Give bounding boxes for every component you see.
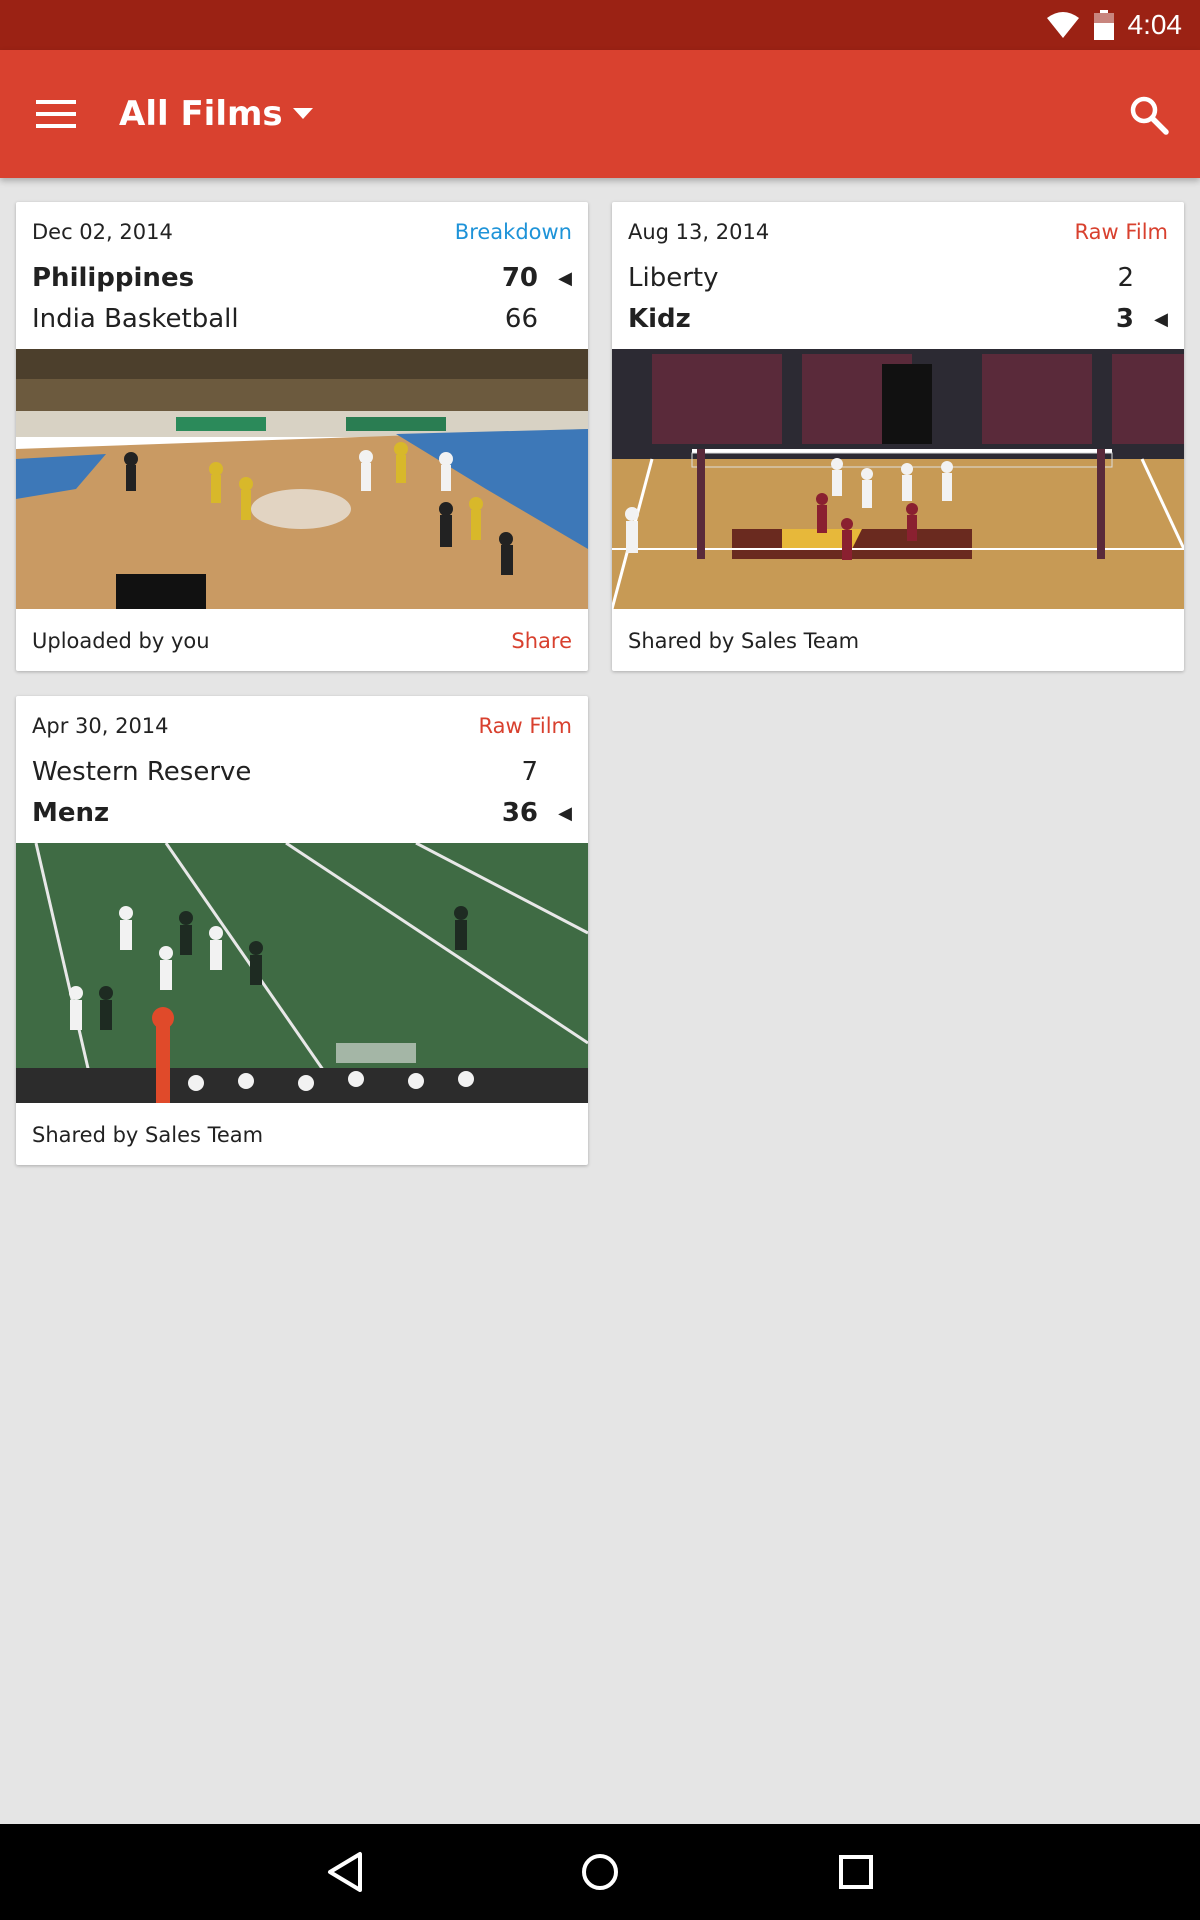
search-icon	[1130, 96, 1169, 135]
film-card[interactable]: Aug 13, 2014 Raw Film Liberty 2 Kidz 3 ◀	[612, 202, 1184, 671]
film-card-footer: Shared by Sales Team	[612, 609, 1184, 671]
home-circle-icon	[582, 1854, 618, 1890]
team-name: Kidz	[628, 304, 691, 334]
system-nav-bar	[0, 1824, 1200, 1920]
film-filter-dropdown[interactable]: All Films	[119, 82, 313, 146]
page-title: All Films	[119, 94, 283, 134]
film-type: Breakdown	[454, 220, 572, 244]
team-name: Menz	[32, 798, 110, 828]
winner-indicator-icon: ◀	[558, 802, 572, 824]
team-name: Liberty	[628, 263, 719, 293]
film-type: Raw Film	[1074, 220, 1168, 244]
share-button[interactable]: Share	[511, 629, 572, 653]
home-button[interactable]	[570, 1844, 630, 1900]
film-card[interactable]: Apr 30, 2014 Raw Film Western Reserve 7 …	[16, 696, 588, 1165]
film-type: Raw Film	[478, 714, 572, 738]
film-date: Dec 02, 2014	[32, 220, 173, 244]
hamburger-menu-icon	[36, 100, 76, 128]
film-owner: Shared by Sales Team	[628, 629, 860, 653]
team-score: 66	[504, 304, 538, 334]
team-row: Kidz 3 ◀	[628, 299, 1168, 339]
team-score: 36	[501, 798, 538, 828]
film-date: Apr 30, 2014	[32, 714, 169, 738]
team-name: India Basketball	[32, 304, 239, 334]
team-score: 70	[501, 263, 538, 293]
film-date: Aug 13, 2014	[628, 220, 770, 244]
status-time: 4:04	[1127, 9, 1183, 40]
film-card-header: Aug 13, 2014 Raw Film Liberty 2 Kidz 3 ◀	[612, 202, 1184, 349]
team-row: Western Reserve 7	[32, 752, 572, 792]
team-row: India Basketball 66	[32, 299, 572, 339]
volleyball-game-thumbnail[interactable]	[612, 349, 1184, 609]
winner-indicator-icon: ◀	[1154, 308, 1168, 330]
team-row: Menz 36 ◀	[32, 793, 572, 833]
team-row: Philippines 70 ◀	[32, 258, 572, 298]
wifi-icon	[1046, 12, 1079, 38]
basketball-game-thumbnail[interactable]	[16, 349, 588, 609]
menu-button[interactable]	[26, 88, 86, 140]
back-triangle-icon	[328, 1852, 362, 1892]
football-game-thumbnail[interactable]	[16, 843, 588, 1103]
search-button[interactable]	[1124, 90, 1174, 140]
back-button[interactable]	[314, 1844, 374, 1900]
film-card[interactable]: Dec 02, 2014 Breakdown Philippines 70 ◀ …	[16, 202, 588, 671]
film-owner: Shared by Sales Team	[32, 1123, 264, 1147]
status-bar: 4:04	[0, 0, 1200, 50]
team-name: Western Reserve	[32, 757, 252, 787]
battery-icon	[1093, 10, 1114, 40]
team-row: Liberty 2	[628, 258, 1168, 298]
winner-indicator-icon: ◀	[558, 267, 572, 289]
team-score: 3	[1115, 304, 1134, 334]
caret-down-icon	[292, 108, 313, 119]
film-card-footer: Shared by Sales Team	[16, 1103, 588, 1165]
recents-square-icon	[839, 1855, 873, 1889]
film-card-header: Apr 30, 2014 Raw Film Western Reserve 7 …	[16, 696, 588, 843]
team-score: 2	[1117, 263, 1134, 293]
team-name: Philippines	[32, 263, 195, 293]
film-card-header: Dec 02, 2014 Breakdown Philippines 70 ◀ …	[16, 202, 588, 349]
team-score: 7	[521, 757, 538, 787]
film-owner: Uploaded by you	[32, 629, 210, 653]
app-bar: All Films	[0, 50, 1200, 178]
recents-button[interactable]	[826, 1844, 886, 1900]
film-card-footer: Uploaded by you Share	[16, 609, 588, 671]
